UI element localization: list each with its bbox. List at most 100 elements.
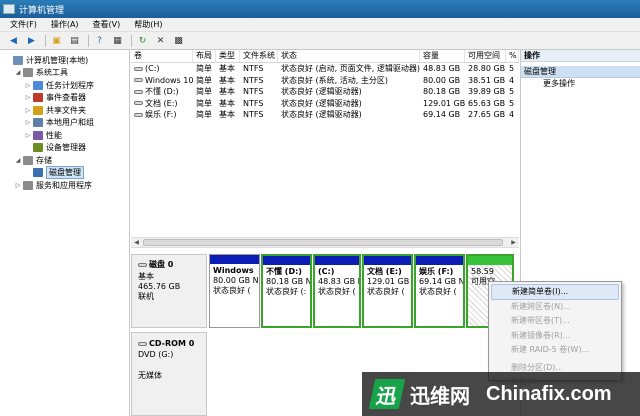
expand-arrow-icon[interactable]: ▷: [24, 132, 32, 139]
column-layout[interactable]: 布局: [193, 50, 216, 62]
column-capacity[interactable]: 容量: [420, 50, 465, 62]
tree-node[interactable]: ◢ 系统工具: [0, 67, 129, 80]
help-icon[interactable]: ?: [92, 34, 107, 47]
tree-node[interactable]: ▷ 服务和应用程序: [0, 179, 129, 192]
table-cell: 简单: [196, 87, 212, 97]
table-row[interactable]: 娱乐 (F:) 简单 基本 NTFS 状态良好 (逻辑驱动器) 69.14 GB 27.65…: [131, 109, 519, 121]
scroll-left-icon[interactable]: ◀: [131, 238, 142, 247]
table-cell: NTFS: [243, 87, 264, 97]
table-cell: 简单: [196, 64, 212, 74]
context-menu-item[interactable]: 新建跨区卷(N)...: [491, 300, 619, 314]
partition-bar: [468, 256, 512, 265]
context-menu-item[interactable]: 新建简单卷(I)...: [491, 284, 619, 301]
table-cell: 简单: [196, 110, 212, 120]
toolbar-separator: [88, 34, 89, 47]
expand-arrow-icon[interactable]: ▷: [24, 82, 32, 89]
expand-arrow-icon[interactable]: ▷: [24, 94, 32, 101]
disk-0-row: 磁盘 0 基本 465.76 GB 联机 Windows 80.00 GB N 状态…: [131, 254, 519, 328]
table-cell: 5: [509, 64, 515, 74]
computer-management-icon: [3, 4, 15, 14]
column-type[interactable]: 类型: [216, 50, 240, 62]
partition[interactable]: 娱乐 (F:) 69.14 GB N 状态良好 (: [414, 254, 465, 328]
up-folder-icon[interactable]: ▣: [49, 34, 64, 47]
tree-node[interactable]: ▷ 共享文件夹: [0, 104, 129, 117]
expand-arrow-icon[interactable]: ◢: [14, 69, 22, 76]
expand-arrow-icon[interactable]: ▷: [24, 119, 32, 126]
tree-node[interactable]: ◢ 存储: [0, 154, 129, 167]
menu-help[interactable]: 帮助(H): [134, 19, 162, 30]
expand-arrow-icon[interactable]: ▷: [14, 182, 22, 189]
disk-0-info[interactable]: 磁盘 0 基本 465.76 GB 联机: [131, 254, 207, 328]
table-cell: 基本: [219, 110, 235, 120]
tree-node-label: 磁盘管理: [46, 166, 84, 180]
table-cell: 80.00 GB: [423, 75, 461, 85]
expand-arrow-icon[interactable]: ◢: [14, 157, 22, 164]
table-cell: 状态良好 (逻辑驱动器): [281, 110, 362, 120]
properties-icon[interactable]: ▦: [110, 34, 125, 47]
tree-node[interactable]: ▷ 性能: [0, 129, 129, 142]
table-row[interactable]: 不懂 (D:) 简单 基本 NTFS 状态良好 (逻辑驱动器) 80.18 GB 39.89…: [131, 86, 519, 98]
column-status[interactable]: 状态: [278, 50, 420, 62]
scrollbar-thumb[interactable]: [143, 239, 503, 246]
table-row[interactable]: 文档 (E:) 简单 基本 NTFS 状态良好 (逻辑驱动器) 129.01 GB 65.6…: [131, 98, 519, 110]
back-icon[interactable]: ◀: [6, 34, 21, 47]
tree-node-icon: [33, 143, 43, 153]
tree-node-icon: [33, 118, 43, 128]
context-menu-item[interactable]: 新建镜像卷(R)...: [491, 329, 619, 343]
context-menu-item[interactable]: 新建 RAID-5 卷(W)...: [491, 343, 619, 357]
horizontal-scrollbar[interactable]: ◀ ▶: [131, 237, 519, 248]
column-free-space[interactable]: 可用空间: [465, 50, 506, 62]
expand-arrow-icon[interactable]: ▷: [24, 107, 32, 114]
menu-action[interactable]: 操作(A): [51, 19, 79, 30]
table-cell: 48.83 GB: [423, 64, 461, 74]
cdrom-name: CD-ROM 0: [138, 338, 200, 349]
context-menu-item[interactable]: 新建带区卷(T)...: [491, 314, 619, 328]
column-filesystem[interactable]: 文件系统: [240, 50, 278, 62]
menu-view[interactable]: 查看(V): [93, 19, 121, 30]
tree-node[interactable]: 设备管理器: [0, 142, 129, 155]
actions-more[interactable]: 更多操作: [521, 78, 640, 90]
partition[interactable]: 不懂 (D:) 80.18 GB N 状态良好 (:: [261, 254, 312, 328]
scroll-right-icon[interactable]: ▶: [508, 238, 519, 247]
column-volume[interactable]: 卷: [131, 50, 193, 62]
table-cell: 129.01 GB: [423, 98, 465, 108]
wizard-icon[interactable]: ▩: [171, 34, 186, 47]
partition[interactable]: 文档 (E:)129.01 GB N状态良好 (: [362, 254, 413, 328]
tree-node-icon: [13, 55, 23, 65]
tree-node-icon: [33, 105, 43, 115]
refresh-icon[interactable]: ↻: [135, 34, 150, 47]
tree-node-label: 设备管理器: [46, 143, 86, 153]
table-row[interactable]: Windows 10 简单 基本 NTFS 状态良好 (系统, 活动, 主分区) 80.0…: [131, 75, 519, 87]
forward-icon[interactable]: ▶: [24, 34, 39, 47]
context-menu: 新建简单卷(I)... 新建跨区卷(N)... 新建带区卷(T)... 新建镜像卷(R…: [488, 281, 622, 386]
table-cell: 4: [509, 110, 515, 120]
menu-file[interactable]: 文件(F): [10, 19, 37, 30]
table-cell: NTFS: [243, 110, 264, 120]
window-title: 计算机管理: [19, 5, 65, 16]
cdrom-drive: DVD (G:): [138, 350, 174, 359]
tree-node-icon: [33, 80, 43, 90]
delete-icon[interactable]: ✕: [153, 34, 168, 47]
partition-bar: [364, 256, 411, 265]
table-cell: 69.14 GB: [423, 110, 461, 120]
column-percent[interactable]: %: [506, 50, 519, 62]
table-row[interactable]: (C:) 简单 基本 NTFS 状态良好 (启动, 页面文件, 逻辑驱动器) 48.83 …: [131, 63, 519, 75]
table-cell: 状态良好 (系统, 活动, 主分区): [281, 75, 388, 85]
partition-bar: [263, 256, 310, 265]
toolbar-separator: [131, 34, 132, 47]
cdrom-0-info[interactable]: CD-ROM 0 DVD (G:) 无媒体: [131, 332, 207, 416]
tree-node[interactable]: ▷ 任务计划程序: [0, 79, 129, 92]
table-cell: 基本: [219, 98, 235, 108]
partition-bar: [315, 256, 359, 265]
actions-disk-management[interactable]: 磁盘管理: [521, 66, 640, 78]
volume-list: 卷 布局 类型 文件系统 状态 容量 可用空间 % (C:) 简单 基本 NTFS 状态…: [131, 50, 519, 237]
tree-node[interactable]: 磁盘管理: [0, 166, 129, 180]
tree-node[interactable]: ▷ 事件查看器: [0, 92, 129, 105]
partition[interactable]: Windows 80.00 GB N 状态良好 (: [209, 254, 260, 328]
tree-node[interactable]: 计算机管理(本地): [0, 54, 129, 67]
tree-node[interactable]: ▷ 本地用户和组: [0, 117, 129, 130]
tree-node-icon: [23, 180, 33, 190]
show-tree-icon[interactable]: ▤: [67, 34, 82, 47]
tree-node-icon: [23, 68, 33, 78]
partition[interactable]: (C:)48.83 GB N状态良好 (: [313, 254, 361, 328]
